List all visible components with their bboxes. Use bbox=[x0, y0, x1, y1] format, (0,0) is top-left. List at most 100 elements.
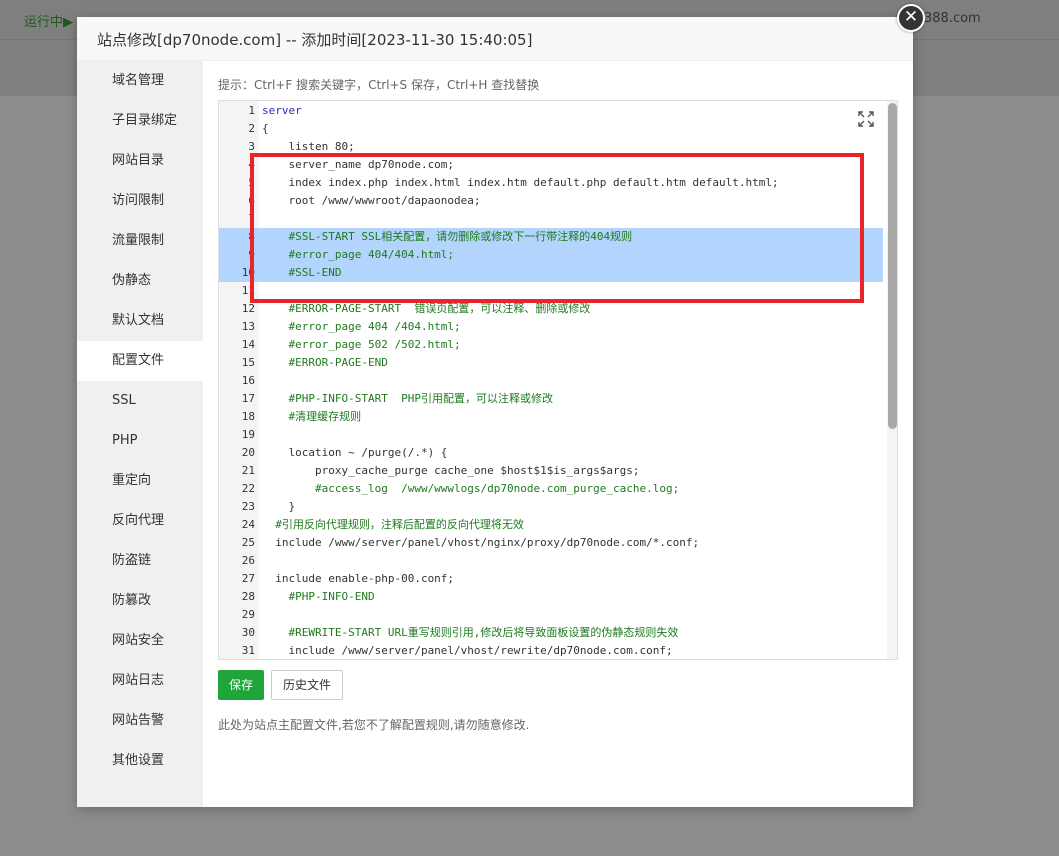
line-number: 18 bbox=[241, 410, 255, 423]
code-text: include /www/server/panel/vhost/nginx/pr… bbox=[262, 536, 700, 549]
line-number: 9 bbox=[248, 248, 255, 261]
scrollbar-thumb[interactable] bbox=[888, 103, 897, 429]
sidebar-item[interactable]: 网站安全 bbox=[77, 621, 203, 661]
code-line: 30 #REWRITE-START URL重写规则引用,修改后将导致面板设置的伪… bbox=[219, 624, 883, 642]
line-number: 1 bbox=[248, 104, 255, 117]
code-text: #access_log /www/wwwlogs/dp70node.com_pu… bbox=[262, 482, 680, 495]
code-line: 12 #ERROR-PAGE-START 错误页配置，可以注释、删除或修改 bbox=[219, 300, 883, 318]
code-text: #SSL-END bbox=[262, 266, 342, 279]
line-number: 8 bbox=[248, 230, 255, 243]
code-line: 15 #ERROR-PAGE-END bbox=[219, 354, 883, 372]
code-text: server bbox=[262, 104, 302, 117]
sidebar-item[interactable]: 网站日志 bbox=[77, 661, 203, 701]
code-line: 9 #error_page 404/404.html; bbox=[219, 246, 883, 264]
code-line: 5 index index.php index.html index.htm d… bbox=[219, 174, 883, 192]
code-area[interactable]: 1 server 2{3 listen 80; 4 server_name dp70n… bbox=[219, 101, 887, 659]
code-line: 31 include /www/server/panel/vhost/rewri… bbox=[219, 642, 883, 659]
code-line: 3 listen 80; bbox=[219, 138, 883, 156]
sidebar-item[interactable]: 防盗链 bbox=[77, 541, 203, 581]
line-number: 20 bbox=[241, 446, 255, 459]
line-number: 21 bbox=[241, 464, 255, 477]
sidebar-item[interactable]: 重定向 bbox=[77, 461, 203, 501]
code-text: #ERROR-PAGE-START 错误页配置，可以注释、删除或修改 bbox=[262, 302, 591, 315]
config-file-panel: 提示：Ctrl+F 搜索关键字，Ctrl+S 保存，Ctrl+H 查找替换 1s… bbox=[218, 61, 898, 801]
code-line: 14 #error_page 502 /502.html; bbox=[219, 336, 883, 354]
fullscreen-icon[interactable] bbox=[856, 109, 876, 129]
code-text: #PHP-INFO-START PHP引用配置，可以注释或修改 bbox=[262, 392, 553, 405]
code-line: 23 } bbox=[219, 498, 883, 516]
line-number: 10 bbox=[241, 266, 255, 279]
line-number: 15 bbox=[241, 356, 255, 369]
code-editor[interactable]: 1 server 2{3 listen 80; 4 server_name dp70n… bbox=[218, 100, 898, 660]
code-text: index index.php index.html index.htm def… bbox=[262, 176, 779, 189]
code-text: #error_page 404 /404.html; bbox=[262, 320, 461, 333]
code-text: #引用反向代理规则，注释后配置的反向代理将无效 bbox=[262, 518, 524, 531]
history-file-button[interactable]: 历史文件 bbox=[271, 670, 343, 700]
code-line: 21 proxy_cache_purge cache_one $host$1$i… bbox=[219, 462, 883, 480]
sidebar-item[interactable]: 默认文档 bbox=[77, 301, 203, 341]
code-text: #PHP-INFO-END bbox=[262, 590, 375, 603]
background-domain: 388.com bbox=[924, 11, 981, 26]
code-line: 13 #error_page 404 /404.html; bbox=[219, 318, 883, 336]
line-number: 12 bbox=[241, 302, 255, 315]
code-line: 22 #access_log /www/wwwlogs/dp70node.com… bbox=[219, 480, 883, 498]
sidebar-item[interactable]: 子目录绑定 bbox=[77, 101, 203, 141]
line-number: 30 bbox=[241, 626, 255, 639]
code-line: 17 #PHP-INFO-START PHP引用配置，可以注释或修改 bbox=[219, 390, 883, 408]
close-icon[interactable]: ✕ bbox=[897, 4, 925, 32]
code-line: 24 #引用反向代理规则，注释后配置的反向代理将无效 bbox=[219, 516, 883, 534]
code-line: 8 #SSL-START SSL相关配置，请勿删除或修改下一行带注释的404规则 bbox=[219, 228, 883, 246]
code-line: 1 server bbox=[219, 102, 883, 120]
code-line: 11 bbox=[219, 282, 883, 300]
code-text: #error_page 404/404.html; bbox=[262, 248, 455, 261]
line-number: 3 bbox=[248, 140, 255, 153]
code-text: #ERROR-PAGE-END bbox=[262, 356, 388, 369]
code-line: 26 bbox=[219, 552, 883, 570]
line-number: 24 bbox=[241, 518, 255, 531]
sidebar-item[interactable]: 网站目录 bbox=[77, 141, 203, 181]
code-text: { bbox=[262, 122, 269, 135]
sidebar-item[interactable]: 伪静态 bbox=[77, 261, 203, 301]
code-text: proxy_cache_purge cache_one $host$1$is_a… bbox=[262, 464, 640, 477]
line-number: 28 bbox=[241, 590, 255, 603]
sidebar-item[interactable]: 域名管理 bbox=[77, 61, 203, 101]
sidebar-item[interactable]: 防篡改 bbox=[77, 581, 203, 621]
code-text: #error_page 502 /502.html; bbox=[262, 338, 461, 351]
sidebar-item[interactable]: 访问限制 bbox=[77, 181, 203, 221]
line-number: 17 bbox=[241, 392, 255, 405]
line-number: 29 bbox=[241, 608, 255, 621]
line-number: 6 bbox=[248, 194, 255, 207]
code-text: include enable-php-00.conf; bbox=[262, 572, 455, 585]
line-number: 25 bbox=[241, 536, 255, 549]
line-number: 11 bbox=[241, 284, 255, 297]
code-text: #清理缓存规则 bbox=[262, 410, 362, 423]
sidebar-item[interactable]: 配置文件 bbox=[77, 341, 203, 381]
sidebar-item[interactable]: 网站告警 bbox=[77, 701, 203, 741]
code-text: } bbox=[262, 500, 296, 513]
line-number: 22 bbox=[241, 482, 255, 495]
code-line: 16 bbox=[219, 372, 883, 390]
code-line: 10 #SSL-END bbox=[219, 264, 883, 282]
code-line: 6 root /www/wwwroot/dapaonodea; bbox=[219, 192, 883, 210]
line-number: 14 bbox=[241, 338, 255, 351]
line-number: 19 bbox=[241, 428, 255, 441]
code-line: 19 bbox=[219, 426, 883, 444]
site-edit-modal: 站点修改[dp70node.com] -- 添加时间[2023-11-30 15… bbox=[77, 17, 913, 807]
editor-scrollbar[interactable] bbox=[887, 101, 897, 659]
line-number: 31 bbox=[241, 644, 255, 657]
line-number: 7 bbox=[248, 212, 255, 225]
line-number: 23 bbox=[241, 500, 255, 513]
sidebar-item[interactable]: 其他设置 bbox=[77, 741, 203, 781]
save-button[interactable]: 保存 bbox=[218, 670, 264, 700]
code-text: #SSL-START SSL相关配置，请勿删除或修改下一行带注释的404规则 bbox=[262, 230, 633, 243]
sidebar-item[interactable]: PHP bbox=[77, 421, 203, 461]
sidebar-item[interactable]: SSL bbox=[77, 381, 203, 421]
code-line: 27 include enable-php-00.conf; bbox=[219, 570, 883, 588]
line-number: 5 bbox=[248, 176, 255, 189]
code-line: 18 #清理缓存规则 bbox=[219, 408, 883, 426]
code-line: 29 bbox=[219, 606, 883, 624]
sidebar-item[interactable]: 反向代理 bbox=[77, 501, 203, 541]
code-text: #REWRITE-START URL重写规则引用,修改后将导致面板设置的伪静态规… bbox=[262, 626, 679, 639]
code-text: server_name dp70node.com; bbox=[262, 158, 455, 171]
sidebar-item[interactable]: 流量限制 bbox=[77, 221, 203, 261]
